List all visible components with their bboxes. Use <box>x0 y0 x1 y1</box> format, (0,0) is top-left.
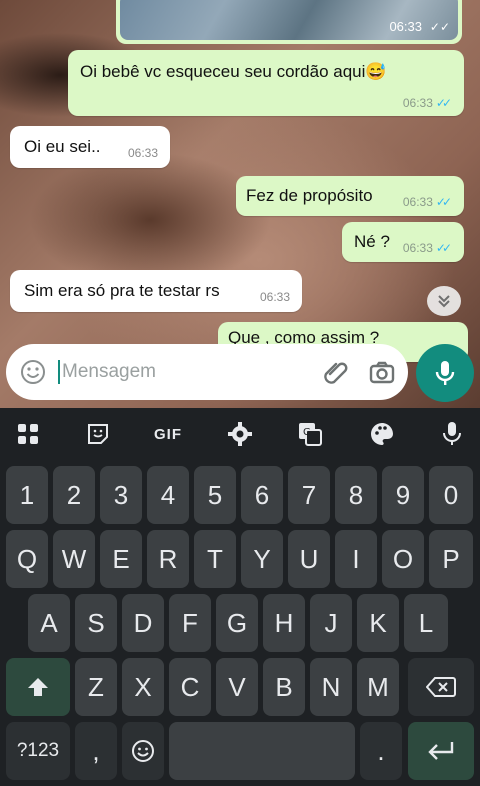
comma-key[interactable]: , <box>75 722 117 780</box>
key-a[interactable]: A <box>28 594 70 652</box>
apps-icon[interactable] <box>12 418 44 450</box>
key-c[interactable]: C <box>169 658 211 716</box>
key-1[interactable]: 1 <box>6 466 48 524</box>
key-s[interactable]: S <box>75 594 117 652</box>
image-message[interactable]: 06:33 ✓✓ <box>116 0 462 44</box>
read-ticks-icon: ✓✓ <box>429 20 450 34</box>
key-t[interactable]: T <box>194 530 236 588</box>
key-n[interactable]: N <box>310 658 352 716</box>
gif-button[interactable]: GIF <box>152 418 184 450</box>
period-key[interactable]: . <box>360 722 402 780</box>
key-v[interactable]: V <box>216 658 258 716</box>
message-text: Sim era só pra te testar rs <box>24 281 220 300</box>
message-bubble[interactable]: Sim era só pra te testar rs 06:33 <box>10 270 302 312</box>
key-z[interactable]: Z <box>75 658 117 716</box>
message-bubble[interactable]: Fez de propósito 06:33 ✓✓ <box>236 176 464 216</box>
mic-icon <box>435 361 455 385</box>
keyboard: GIF G 1 2 3 4 5 6 7 8 9 0 Q W E R T Y U … <box>0 408 480 786</box>
chat-area[interactable]: 06:33 ✓✓ Oi bebê vc esqueceu seu cordão … <box>0 0 480 408</box>
settings-icon[interactable] <box>224 418 256 450</box>
message-meta: 06:33 ✓✓ <box>403 195 452 209</box>
svg-text:G: G <box>303 427 311 438</box>
translate-icon[interactable]: G <box>294 418 326 450</box>
message-meta: 06:33 <box>260 290 290 304</box>
emoji-key[interactable] <box>122 722 164 780</box>
message-time: 06:33 <box>389 19 422 34</box>
message-text: Fez de propósito <box>246 186 373 205</box>
key-f[interactable]: F <box>169 594 211 652</box>
enter-key[interactable] <box>408 722 474 780</box>
key-y[interactable]: Y <box>241 530 283 588</box>
key-3[interactable]: 3 <box>100 466 142 524</box>
chevron-double-down-icon <box>438 295 450 308</box>
message-composer[interactable]: Mensagem <box>6 344 408 400</box>
key-4[interactable]: 4 <box>147 466 189 524</box>
message-bubble[interactable]: Oi eu sei.. 06:33 <box>10 126 170 168</box>
message-time: 06:33 <box>259 290 290 304</box>
message-meta: 06:33 ✓✓ <box>403 241 452 255</box>
key-i[interactable]: I <box>335 530 377 588</box>
key-m[interactable]: M <box>357 658 399 716</box>
enter-icon <box>428 742 454 760</box>
key-7[interactable]: 7 <box>288 466 330 524</box>
attach-icon[interactable] <box>322 359 350 387</box>
key-9[interactable]: 9 <box>382 466 424 524</box>
message-bubble[interactable]: Oi bebê vc esqueceu seu cordão aqui😅 06:… <box>68 50 464 116</box>
message-time: 06:33 <box>402 195 433 209</box>
text-cursor <box>58 360 60 384</box>
message-time: 06:33 <box>127 146 158 160</box>
keyboard-toolbar: GIF G <box>0 408 480 460</box>
symbols-key[interactable]: ?123 <box>6 722 70 780</box>
sticker-icon[interactable] <box>82 418 114 450</box>
emoji-icon <box>132 740 154 762</box>
read-ticks-icon: ✓✓ <box>435 241 452 255</box>
message-text: Né ? <box>354 232 390 251</box>
backspace-icon <box>426 677 456 697</box>
key-x[interactable]: X <box>122 658 164 716</box>
message-time: 06:33 <box>402 96 433 110</box>
key-p[interactable]: P <box>429 530 473 588</box>
backspace-key[interactable] <box>408 658 474 716</box>
key-l[interactable]: L <box>404 594 448 652</box>
key-d[interactable]: D <box>122 594 164 652</box>
shift-icon <box>28 678 48 696</box>
message-text: Oi eu sei.. <box>24 137 101 156</box>
key-5[interactable]: 5 <box>194 466 236 524</box>
message-input[interactable]: Mensagem <box>62 361 156 383</box>
scroll-to-bottom-button[interactable] <box>427 286 461 316</box>
key-b[interactable]: B <box>263 658 305 716</box>
shift-key[interactable] <box>6 658 70 716</box>
palette-icon[interactable] <box>366 418 398 450</box>
key-k[interactable]: K <box>357 594 399 652</box>
key-j[interactable]: J <box>310 594 352 652</box>
emoji-icon[interactable] <box>20 359 46 385</box>
space-key[interactable] <box>169 722 355 780</box>
message-text: Oi bebê vc esqueceu seu cordão aqui😅 <box>80 62 387 81</box>
message-time: 06:33 <box>402 241 433 255</box>
key-6[interactable]: 6 <box>241 466 283 524</box>
key-q[interactable]: Q <box>6 530 48 588</box>
message-meta: 06:33 ✓✓ <box>403 96 452 110</box>
read-ticks-icon: ✓✓ <box>435 195 452 209</box>
mic-icon[interactable] <box>436 418 468 450</box>
read-ticks-icon: ✓✓ <box>435 96 452 110</box>
camera-icon[interactable] <box>368 360 396 386</box>
key-2[interactable]: 2 <box>53 466 95 524</box>
key-h[interactable]: H <box>263 594 305 652</box>
message-meta: 06:33 <box>128 146 158 160</box>
key-0[interactable]: 0 <box>429 466 473 524</box>
voice-message-button[interactable] <box>416 344 474 402</box>
key-w[interactable]: W <box>53 530 95 588</box>
key-8[interactable]: 8 <box>335 466 377 524</box>
key-u[interactable]: U <box>288 530 330 588</box>
key-r[interactable]: R <box>147 530 189 588</box>
key-o[interactable]: O <box>382 530 424 588</box>
message-bubble[interactable]: Né ? 06:33 ✓✓ <box>342 222 464 262</box>
key-e[interactable]: E <box>100 530 142 588</box>
key-g[interactable]: G <box>216 594 258 652</box>
